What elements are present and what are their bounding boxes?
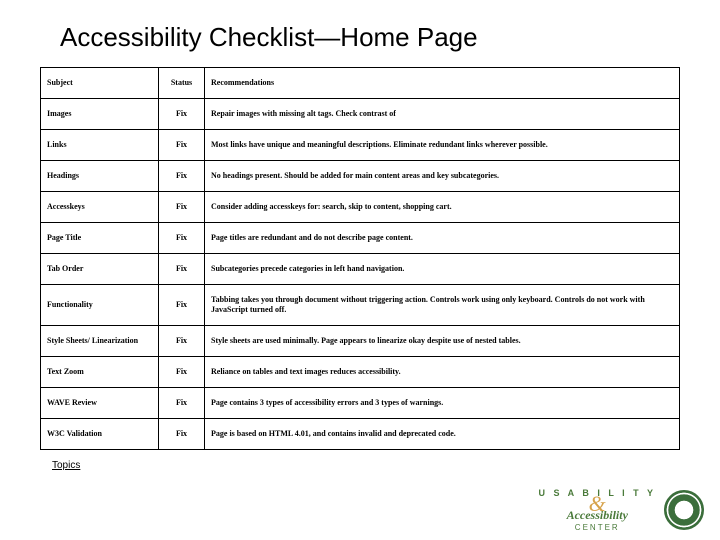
cell-rec: Repair images with missing alt tags. Che… — [205, 99, 680, 130]
cell-rec: Page is based on HTML 4.01, and contains… — [205, 419, 680, 450]
checklist-table: Subject Status Recommendations ImagesFix… — [40, 67, 680, 450]
table-row: Tab OrderFixSubcategories precede catego… — [41, 254, 680, 285]
table-row: Text ZoomFixReliance on tables and text … — [41, 357, 680, 388]
cell-status: Fix — [159, 388, 205, 419]
cell-subject: Accesskeys — [41, 192, 159, 223]
cell-rec: Subcategories precede categories in left… — [205, 254, 680, 285]
table-row: W3C ValidationFixPage is based on HTML 4… — [41, 419, 680, 450]
cell-subject: Style Sheets/ Linearization — [41, 326, 159, 357]
cell-rec: No headings present. Should be added for… — [205, 161, 680, 192]
col-header-rec: Recommendations — [205, 68, 680, 99]
cell-subject: Text Zoom — [41, 357, 159, 388]
table-row: Style Sheets/ LinearizationFixStyle shee… — [41, 326, 680, 357]
brand-logo: U S A B I L I T Y & Accessibility CENTER — [538, 489, 656, 532]
table-header-row: Subject Status Recommendations — [41, 68, 680, 99]
university-seal-icon — [664, 490, 704, 530]
cell-status: Fix — [159, 130, 205, 161]
brand-center-text: CENTER — [538, 524, 656, 532]
table-row: WAVE ReviewFixPage contains 3 types of a… — [41, 388, 680, 419]
table-row: ImagesFixRepair images with missing alt … — [41, 99, 680, 130]
cell-status: Fix — [159, 419, 205, 450]
page-title: Accessibility Checklist—Home Page — [0, 0, 720, 67]
checklist-table-container: Subject Status Recommendations ImagesFix… — [0, 67, 720, 450]
cell-subject: Headings — [41, 161, 159, 192]
cell-rec: Most links have unique and meaningful de… — [205, 130, 680, 161]
cell-subject: Links — [41, 130, 159, 161]
cell-subject: Images — [41, 99, 159, 130]
cell-status: Fix — [159, 285, 205, 326]
cell-subject: WAVE Review — [41, 388, 159, 419]
cell-subject: Page Title — [41, 223, 159, 254]
cell-status: Fix — [159, 192, 205, 223]
cell-rec: Page titles are redundant and do not des… — [205, 223, 680, 254]
cell-status: Fix — [159, 357, 205, 388]
table-row: LinksFixMost links have unique and meani… — [41, 130, 680, 161]
cell-rec: Page contains 3 types of accessibility e… — [205, 388, 680, 419]
table-row: Page TitleFixPage titles are redundant a… — [41, 223, 680, 254]
cell-rec: Consider adding accesskeys for: search, … — [205, 192, 680, 223]
table-body: Subject Status Recommendations ImagesFix… — [41, 68, 680, 450]
cell-status: Fix — [159, 223, 205, 254]
cell-status: Fix — [159, 254, 205, 285]
cell-rec: Reliance on tables and text images reduc… — [205, 357, 680, 388]
cell-status: Fix — [159, 99, 205, 130]
cell-status: Fix — [159, 161, 205, 192]
cell-subject: Tab Order — [41, 254, 159, 285]
brand-accessibility-text: Accessibility — [567, 508, 628, 522]
cell-subject: Functionality — [41, 285, 159, 326]
table-row: FunctionalityFixTabbing takes you throug… — [41, 285, 680, 326]
col-header-subject: Subject — [41, 68, 159, 99]
cell-status: Fix — [159, 326, 205, 357]
table-row: AccesskeysFixConsider adding accesskeys … — [41, 192, 680, 223]
cell-rec: Style sheets are used minimally. Page ap… — [205, 326, 680, 357]
table-row: HeadingsFixNo headings present. Should b… — [41, 161, 680, 192]
cell-subject: W3C Validation — [41, 419, 159, 450]
col-header-status: Status — [159, 68, 205, 99]
cell-rec: Tabbing takes you through document witho… — [205, 285, 680, 326]
footer: U S A B I L I T Y & Accessibility CENTER — [538, 489, 704, 532]
topics-link[interactable]: Topics — [0, 450, 80, 471]
